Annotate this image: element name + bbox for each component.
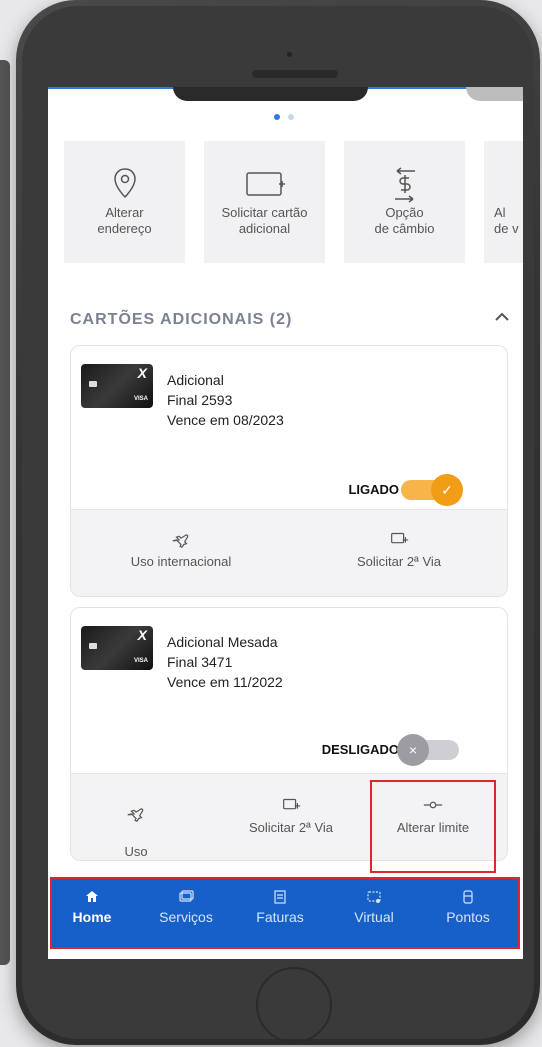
request-second-copy-button[interactable]: Solicitar 2ª Via [221, 794, 361, 836]
nav-virtual[interactable]: Virtual [334, 889, 414, 925]
front-camera [287, 52, 292, 57]
card-toggle[interactable]: ✓ [401, 474, 463, 506]
card-status-label: DESLIGADO [321, 742, 399, 757]
carousel-card-edge [173, 87, 368, 101]
international-use-button[interactable]: Uso internacional [81, 786, 191, 860]
action-label: Al de v [494, 205, 519, 236]
highlight-box-change-limit [370, 780, 496, 873]
card-actions: Uso internacional Solicitar 2ª Via [71, 509, 507, 596]
airplane-icon [172, 534, 189, 549]
app-screen: Alterar endereço Solicitar cartão adicio… [48, 87, 523, 959]
exchange-icon [344, 163, 465, 203]
pagination-dot[interactable] [288, 114, 294, 120]
location-pin-icon [64, 163, 185, 203]
virtual-card-icon [367, 891, 381, 903]
action-label: Opção de câmbio [374, 205, 435, 236]
action-request-additional-card[interactable]: Solicitar cartão adicional [204, 141, 325, 263]
nav-points[interactable]: Pontos [428, 889, 508, 925]
card-toggle[interactable]: × [397, 734, 459, 766]
card-final: Final 3471 [167, 654, 233, 670]
airplane-icon [127, 808, 144, 823]
action-label: Alterar endereço [97, 205, 152, 236]
check-icon: ✓ [431, 474, 463, 506]
card-name: Adicional Mesada [167, 634, 278, 650]
action-change-address[interactable]: Alterar endereço [64, 141, 185, 263]
home-icon [86, 891, 98, 902]
carousel-pagination [274, 114, 294, 120]
background-phone-edge [0, 60, 10, 965]
card-info: Adicional Final 2593 Vence em 08/2023 [167, 370, 284, 430]
card-info: Adicional Mesada Final 3471 Vence em 11/… [167, 632, 283, 692]
services-icon [179, 890, 194, 902]
credit-card-image: X VISA [81, 364, 153, 408]
request-second-copy-button[interactable]: Solicitar 2ª Via [319, 528, 479, 570]
card-duplicate-icon [283, 798, 301, 810]
invoice-icon [274, 890, 286, 904]
pagination-dot-active[interactable] [274, 114, 280, 120]
bottom-nav: Home Serviços Faturas Virtual Pontos [50, 877, 520, 949]
action-label: Solicitar cartão adicional [221, 205, 308, 236]
international-use-button[interactable]: Uso internacional [101, 528, 261, 570]
points-icon [463, 890, 473, 904]
section-title: CARTÕES ADICIONAIS (2) [70, 311, 293, 328]
nav-home[interactable]: Home [52, 889, 132, 925]
nav-invoices[interactable]: Faturas [240, 889, 320, 925]
card-duplicate-icon [391, 532, 409, 544]
add-card-icon [204, 163, 325, 203]
credit-card-image: X VISA [81, 626, 153, 670]
quick-actions-row: Alterar endereço Solicitar cartão adicio… [64, 141, 523, 263]
action-partial-next[interactable]: Al de v [484, 141, 523, 263]
card-expiry: Vence em 08/2023 [167, 412, 284, 428]
close-icon: × [397, 734, 429, 766]
card-final: Final 2593 [167, 392, 233, 408]
home-hardware-button[interactable] [256, 967, 332, 1043]
card-status-label: LIGADO [348, 482, 399, 497]
card-expiry: Vence em 11/2022 [167, 674, 283, 690]
card-name: Adicional [167, 372, 224, 388]
chevron-up-icon[interactable] [492, 307, 512, 327]
action-exchange-option[interactable]: Opção de câmbio [344, 141, 465, 263]
carousel-card-edge-next [466, 87, 523, 101]
earpiece-speaker [252, 70, 338, 78]
additional-card: X VISA Adicional Final 2593 Vence em 08/… [70, 345, 508, 597]
nav-services[interactable]: Serviços [146, 889, 226, 925]
